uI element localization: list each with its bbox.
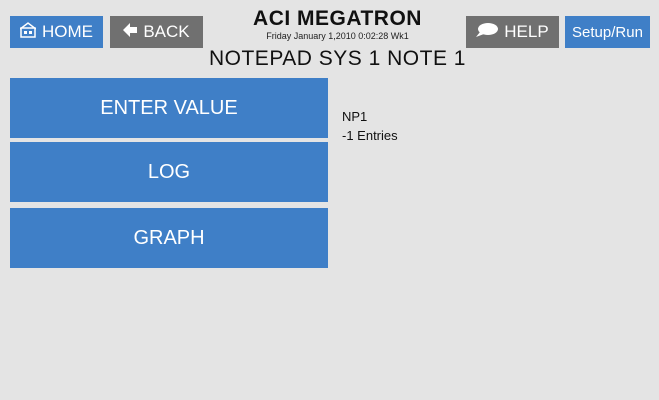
datetime-text: Friday January 1,2010 0:02:28 Wk1	[266, 31, 409, 41]
entry-count: -1 Entries	[342, 128, 398, 143]
notepad-name: NP1	[342, 109, 368, 124]
graph-button[interactable]: GRAPH	[10, 208, 328, 268]
graph-label: GRAPH	[133, 226, 205, 249]
home-button[interactable]: HOME	[10, 16, 103, 48]
back-label: BACK	[143, 22, 190, 41]
setup-run-label: Setup/Run	[572, 23, 643, 41]
home-label: HOME	[42, 22, 93, 41]
help-label: HELP	[504, 22, 549, 41]
log-button[interactable]: LOG	[10, 142, 328, 202]
page-title: NOTEPAD SYS 1 NOTE 1	[208, 47, 466, 70]
back-button[interactable]: BACK	[110, 16, 203, 48]
arrow-left-icon	[123, 22, 138, 43]
enter-value-label: ENTER VALUE	[100, 96, 238, 119]
help-button[interactable]: HELP	[466, 16, 559, 48]
log-label: LOG	[147, 160, 191, 183]
speech-bubble-icon	[476, 22, 499, 42]
setup-run-button[interactable]: Setup/Run	[565, 16, 650, 48]
enter-value-button[interactable]: ENTER VALUE	[10, 78, 328, 138]
home-icon	[19, 21, 37, 43]
app-title: ACI MEGATRON	[253, 7, 422, 30]
